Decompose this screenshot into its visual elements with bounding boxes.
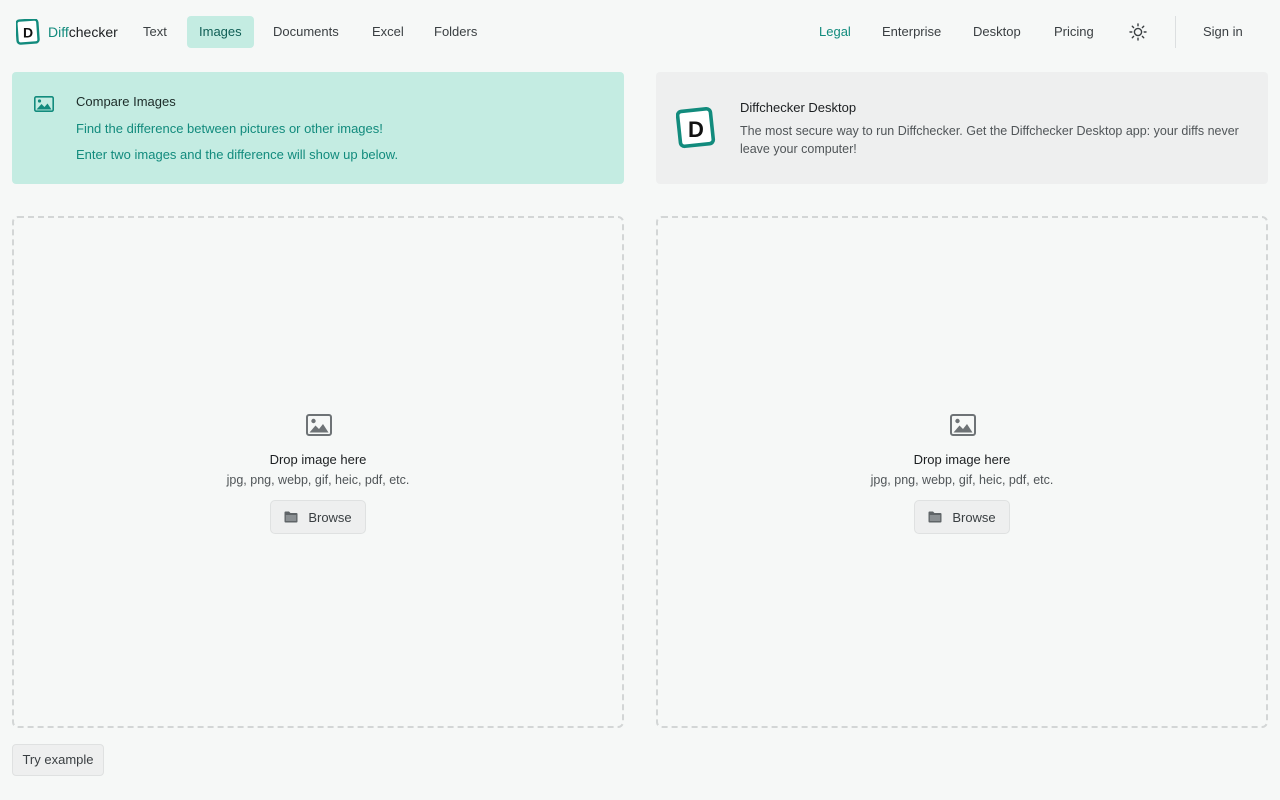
browse-label: Browse bbox=[308, 509, 352, 525]
desktop-banner-title: Diffchecker Desktop bbox=[740, 100, 857, 115]
folder-icon bbox=[928, 511, 942, 523]
dropzone-title: Drop image here bbox=[913, 452, 1011, 467]
nav-divider bbox=[1175, 16, 1176, 48]
banner-description-1: Find the difference between pictures or … bbox=[76, 121, 383, 136]
browse-button[interactable]: Browse bbox=[270, 500, 366, 534]
nav-pricing[interactable]: Pricing bbox=[1042, 16, 1106, 48]
banner-description-2: Enter two images and the difference will… bbox=[76, 147, 399, 162]
image-icon bbox=[306, 414, 332, 436]
folder-icon bbox=[284, 511, 298, 523]
sign-in-link[interactable]: Sign in bbox=[1191, 16, 1255, 48]
diffchecker-logo-icon: D bbox=[16, 19, 40, 45]
right-image-dropzone[interactable]: Drop image here jpg, png, webp, gif, hei… bbox=[656, 216, 1268, 728]
nav-images[interactable]: Images bbox=[187, 16, 254, 48]
desktop-banner-description: The most secure way to run Diffchecker. … bbox=[740, 124, 1239, 156]
left-image-dropzone[interactable]: Drop image here jpg, png, webp, gif, hei… bbox=[12, 216, 624, 728]
nav-folders[interactable]: Folders bbox=[422, 16, 489, 48]
nav-desktop[interactable]: Desktop bbox=[961, 16, 1033, 48]
browse-label: Browse bbox=[952, 509, 996, 525]
svg-text:D: D bbox=[688, 117, 704, 142]
nav-excel[interactable]: Excel bbox=[360, 16, 416, 48]
top-nav: D Diffchecker Text Images Documents Exce… bbox=[0, 0, 1280, 64]
nav-text[interactable]: Text bbox=[131, 16, 179, 48]
dropzone-title: Drop image here bbox=[269, 452, 367, 467]
svg-text:D: D bbox=[23, 25, 33, 41]
nav-legal[interactable]: Legal bbox=[807, 16, 863, 48]
sun-icon bbox=[1129, 23, 1147, 41]
compare-images-banner: Compare Images Find the difference betwe… bbox=[12, 72, 624, 184]
desktop-app-banner[interactable]: D Diffchecker Desktop The most secure wa… bbox=[656, 72, 1268, 184]
image-icon bbox=[950, 414, 976, 436]
try-example-button[interactable]: Try example bbox=[12, 744, 104, 776]
dropzone-formats: jpg, png, webp, gif, heic, pdf, etc. bbox=[870, 473, 1054, 487]
nav-documents[interactable]: Documents bbox=[261, 16, 351, 48]
browse-button[interactable]: Browse bbox=[914, 500, 1010, 534]
logo-text: Diffchecker bbox=[48, 24, 118, 40]
nav-enterprise[interactable]: Enterprise bbox=[870, 16, 953, 48]
diffchecker-logo[interactable]: D Diffchecker bbox=[16, 18, 118, 46]
banner-title: Compare Images bbox=[76, 94, 176, 109]
image-icon bbox=[34, 96, 54, 112]
diffchecker-desktop-logo-icon: D bbox=[676, 107, 716, 149]
theme-toggle-button[interactable] bbox=[1126, 20, 1150, 44]
dropzone-formats: jpg, png, webp, gif, heic, pdf, etc. bbox=[226, 473, 410, 487]
